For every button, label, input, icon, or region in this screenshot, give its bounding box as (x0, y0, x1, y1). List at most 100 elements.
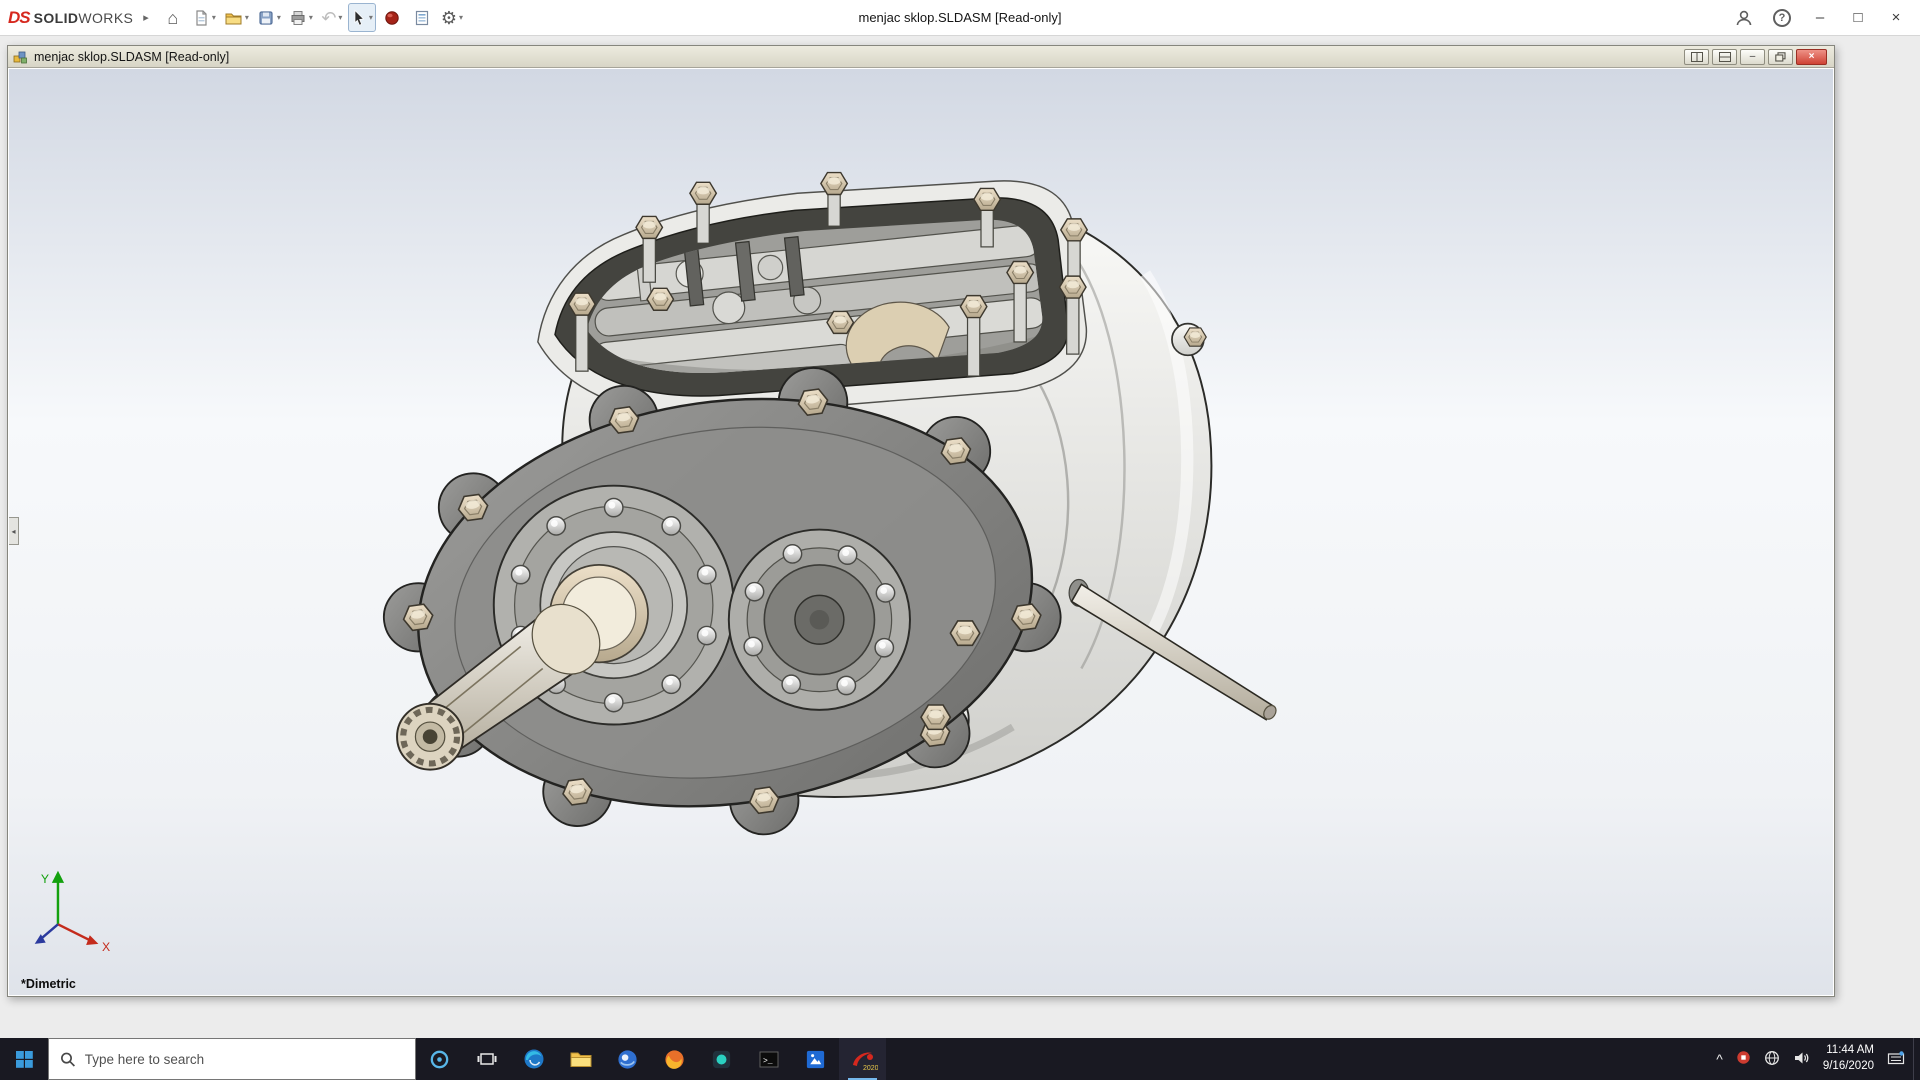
undo-button[interactable]: ↶ ▾ (318, 3, 346, 32)
close-button[interactable]: × (1880, 4, 1912, 32)
solidworks-taskbar-button[interactable]: 2020 (839, 1038, 886, 1080)
doc-minimize-button[interactable]: – (1740, 48, 1765, 65)
viewport-3d[interactable]: Y X *Dimetric ◂ (9, 69, 1833, 995)
help-icon: ? (1773, 8, 1791, 27)
network-globe-icon (1764, 1050, 1779, 1065)
file-explorer-icon (570, 1052, 591, 1067)
account-button[interactable] (1728, 4, 1760, 32)
feature-manager-collapse-tab[interactable]: ◂ (9, 517, 19, 545)
sw-version-badge: 2020 (863, 1065, 878, 1072)
dropdown-caret-icon: ▾ (338, 13, 343, 22)
security-tray-icon (1737, 1051, 1750, 1064)
svg-text:>_: >_ (763, 1057, 773, 1066)
select-tool-button[interactable]: ▾ (347, 3, 376, 32)
window-title: menjac sklop.SLDASM [Read-only] (858, 10, 1062, 25)
select-cursor-icon (354, 9, 365, 26)
brand-solid: SOLID (33, 9, 79, 26)
maximize-button[interactable]: □ (1842, 4, 1874, 32)
photos-icon (806, 1050, 825, 1068)
open-folder-icon (225, 13, 242, 24)
file-explorer-button[interactable] (557, 1038, 604, 1080)
expand-toolbar-icon[interactable]: ▸ (143, 11, 149, 24)
triad-x-label: X (102, 940, 110, 954)
doc-restore-button[interactable] (1768, 48, 1793, 65)
browser-globe-icon (618, 1049, 637, 1069)
new-document-icon (196, 9, 207, 26)
clock-time: 11:44 AM (1826, 1044, 1874, 1057)
dropdown-caret-icon: ▾ (276, 13, 281, 22)
chevron-up-icon: ^ (1716, 1050, 1723, 1067)
home-button[interactable]: ⌂ (159, 3, 187, 32)
teal-app-icon (712, 1050, 731, 1068)
save-button[interactable]: ▾ (254, 3, 284, 32)
cortana-button[interactable] (416, 1038, 463, 1080)
solidworks-app-icon: 2020 (852, 1052, 878, 1072)
workspace: menjac sklop.SLDASM [Read-only] – × Y X … (0, 37, 1920, 1038)
undo-icon: ↶ (321, 7, 337, 28)
view-orientation-label: *Dimetric (21, 977, 76, 991)
home-icon: ⌂ (167, 7, 179, 28)
close-icon: × (1808, 50, 1815, 62)
tray-network-button[interactable] (1764, 1050, 1780, 1069)
show-desktop-button[interactable] (1913, 1038, 1920, 1080)
options-button[interactable]: ⚙ ▾ (438, 3, 466, 32)
main-titlebar[interactable]: DS SOLID WORKS ▸ ⌂ ▾ ▾ ▾ ▾ ↶ ▾ ▾ ⚙ ▾ men… (0, 0, 1920, 36)
tray-security-button[interactable] (1736, 1050, 1751, 1068)
dropdown-caret-icon: ▾ (368, 13, 373, 22)
firefox-icon (665, 1049, 684, 1069)
taskbar-clock[interactable]: 11:44 AM 9/16/2020 (1823, 1043, 1874, 1074)
tray-volume-button[interactable] (1793, 1050, 1810, 1069)
taskbar: >_ 2020 ^ (0, 1038, 1920, 1080)
document-window: menjac sklop.SLDASM [Read-only] – × Y X … (7, 45, 1835, 997)
task-view-button[interactable] (463, 1038, 510, 1080)
search-input[interactable] (84, 1051, 404, 1067)
new-document-button[interactable]: ▾ (189, 3, 219, 32)
taskbar-search[interactable] (48, 1038, 416, 1080)
task-view-icon (477, 1053, 496, 1065)
edge-icon (524, 1049, 543, 1069)
xpress-products-button[interactable] (378, 3, 406, 32)
pane-layout-button-1[interactable] (1684, 48, 1709, 65)
help-button[interactable]: ? (1766, 4, 1798, 32)
report-list-icon (415, 10, 429, 25)
pane-split-icon (1690, 51, 1703, 62)
solidworks-app: DS SOLID WORKS ▸ ⌂ ▾ ▾ ▾ ▾ ↶ ▾ ▾ ⚙ ▾ men… (0, 0, 1920, 1080)
document-titlebar[interactable]: menjac sklop.SLDASM [Read-only] – × (8, 46, 1834, 68)
firefox-button[interactable] (651, 1038, 698, 1080)
dropdown-caret-icon: ▾ (244, 13, 249, 22)
user-account-icon (1736, 10, 1752, 25)
gear-icon: ⚙ (440, 7, 458, 28)
browser-button[interactable] (604, 1038, 651, 1080)
open-button[interactable]: ▾ (221, 3, 252, 32)
triad-y-label: Y (41, 872, 49, 886)
terminal-icon: >_ (759, 1051, 778, 1067)
minimize-icon: – (1815, 9, 1825, 26)
photos-button[interactable] (792, 1038, 839, 1080)
start-button[interactable] (0, 1038, 48, 1080)
search-icon (61, 1052, 75, 1067)
print-button[interactable]: ▾ (286, 3, 316, 32)
doc-close-button[interactable]: × (1796, 48, 1827, 65)
brand-works: WORKS (78, 9, 134, 26)
restore-icon (1775, 51, 1786, 62)
teal-app-button[interactable] (698, 1038, 745, 1080)
ds-logo-icon: DS (8, 7, 31, 27)
taskbar-spacer (886, 1038, 1708, 1080)
tray-expand-button[interactable]: ^ (1716, 1052, 1723, 1067)
system-tray: ^ 11:44 AM 9/16/2020 (1708, 1038, 1913, 1080)
solidworks-logo: DS SOLID WORKS (8, 8, 133, 28)
volume-icon (1794, 1052, 1809, 1063)
minimize-icon: – (1749, 50, 1756, 62)
pane-layout-button-2[interactable] (1712, 48, 1737, 65)
edge-button[interactable] (510, 1038, 557, 1080)
dropdown-caret-icon: ▾ (459, 13, 464, 22)
close-icon: × (1891, 9, 1901, 26)
minimize-button[interactable]: – (1804, 4, 1836, 32)
terminal-button[interactable]: >_ (745, 1038, 792, 1080)
tray-keyboard-button[interactable] (1887, 1050, 1905, 1069)
evaluate-button[interactable] (408, 3, 436, 32)
gearbox-assembly-model[interactable]: Y X (9, 69, 1833, 995)
assembly-document-icon (13, 51, 27, 63)
save-icon (259, 10, 273, 25)
maximize-icon: □ (1853, 9, 1863, 26)
